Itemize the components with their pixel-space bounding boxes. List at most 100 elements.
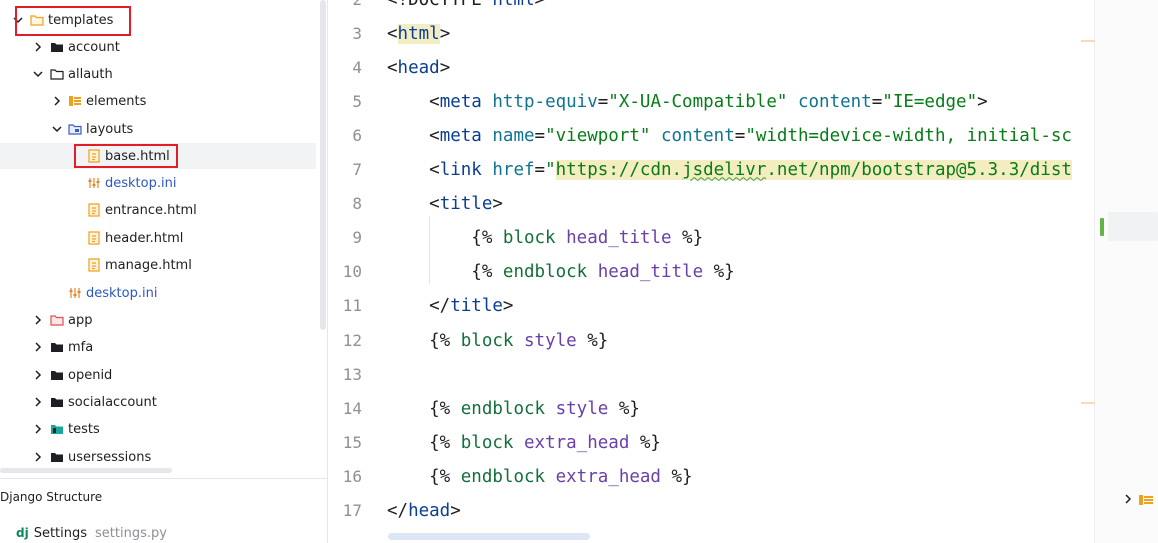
tree-item-allauth[interactable]: allauth [0, 61, 316, 87]
code-token: < [387, 194, 440, 215]
code-line[interactable]: 5 <meta http-equiv="X-UA-Compatible" con… [329, 85, 1094, 119]
tree-item-entrance-html[interactable]: entrance.html [0, 197, 316, 223]
code-token: endblock [460, 466, 546, 487]
warning-marker[interactable] [1081, 402, 1095, 404]
code-token: html [492, 0, 535, 10]
code-token: > [439, 58, 451, 79]
code-token: jsdelivr [682, 160, 767, 181]
django-settings-item[interactable]: dj Settings settings.py [16, 524, 167, 542]
folder-teal-icon [50, 422, 64, 436]
tree-vertical-scrollbar[interactable] [320, 0, 326, 330]
line-code: <head> [387, 51, 450, 85]
code-token: > [492, 194, 503, 215]
chevron-right-icon[interactable] [32, 423, 44, 435]
code-token: " [545, 160, 556, 181]
code-token: %} [671, 228, 704, 249]
code-token: = [871, 92, 883, 113]
code-token: endblock [460, 398, 546, 419]
code-line[interactable]: 10 {% endblock head_title %} [329, 255, 1094, 289]
chevron-right-icon[interactable] [32, 369, 44, 381]
code-token: extra_head [524, 432, 630, 453]
line-number: 16 [342, 466, 362, 486]
change-marker[interactable] [1100, 218, 1104, 236]
tree-item-header-html[interactable]: header.html [0, 225, 316, 251]
html-file-icon [87, 203, 101, 217]
chevron-right-icon[interactable] [32, 451, 44, 463]
line-number: 8 [352, 194, 362, 214]
line-number: 10 [342, 262, 362, 282]
editor-horizontal-scrollbar[interactable] [388, 533, 590, 540]
code-token: %} [660, 466, 693, 487]
tree-item-app[interactable]: app [0, 307, 316, 333]
code-line[interactable]: 14 {% endblock style %} [329, 392, 1094, 426]
code-line[interactable]: 2 <!DOCTYPE html> [329, 0, 1094, 17]
tree-item-usersessions[interactable]: usersessions [0, 444, 316, 470]
code-line[interactable]: 17 </head> [329, 494, 1094, 528]
tree-horizontal-scrollbar[interactable] [0, 468, 172, 473]
tree-item-openid[interactable]: openid [0, 362, 316, 388]
code-token: href [492, 160, 535, 181]
tree-item-socialaccount[interactable]: socialaccount [0, 389, 316, 415]
tree-item-elements[interactable]: elements [0, 88, 316, 114]
chevron-right-icon[interactable] [32, 341, 44, 353]
code-token: content [661, 126, 735, 147]
folder-red-icon [50, 313, 64, 327]
code-line[interactable]: 4 <head> [329, 51, 1094, 85]
chevron-down-icon[interactable] [51, 123, 63, 135]
minimap-viewport[interactable] [1108, 212, 1158, 241]
folder-dark-icon [50, 395, 64, 409]
code-line[interactable]: 12 {% block style %} [329, 324, 1094, 358]
code-line[interactable]: 15 {% block extra_head %} [329, 426, 1094, 460]
tree-item-tests[interactable]: tests [0, 416, 316, 442]
tree-item-label: desktop.ini [105, 175, 177, 191]
code-token: < [387, 92, 440, 113]
tree-item-layouts[interactable]: layouts [0, 116, 316, 142]
code-token: > [977, 92, 988, 113]
ini-file-icon [87, 176, 101, 190]
tree-item-account[interactable]: account [0, 34, 316, 60]
warning-marker[interactable] [1081, 40, 1095, 42]
chevron-right-icon[interactable] [1122, 493, 1134, 505]
code-token: title [450, 296, 503, 317]
tree-item-desktop-ini[interactable]: desktop.ini [0, 170, 316, 196]
code-line[interactable]: 9 {% block head_title %} [329, 221, 1094, 255]
code-line[interactable]: 8 <title> [329, 187, 1094, 221]
code-token: endblock [502, 262, 588, 283]
chevron-right-icon[interactable] [32, 314, 44, 326]
tree-item-mfa[interactable]: mfa [0, 334, 316, 360]
code-token: < [387, 160, 440, 181]
line-code: {% block head_title %} [387, 221, 703, 255]
code-token: </ [387, 296, 451, 317]
code-token: {% [387, 262, 503, 283]
code-editor[interactable]: 2<!DOCTYPE html>3<html> 4 <head>5 <meta ht… [329, 0, 1094, 543]
chevron-down-icon[interactable] [32, 68, 44, 80]
code-token: %} [703, 262, 735, 283]
tree-item-manage-html[interactable]: manage.html [0, 252, 316, 278]
code-line[interactable]: 13 [329, 358, 1094, 392]
line-code: </head> [387, 494, 461, 528]
code-token: title [439, 194, 493, 215]
settings-file-label: settings.py [95, 525, 167, 541]
code-line[interactable]: 6 <meta name="viewport" content="width=d… [329, 119, 1094, 153]
code-line[interactable]: 11 </title> [329, 289, 1094, 323]
code-line[interactable]: 3 <html> [329, 17, 1094, 51]
chevron-right-icon[interactable] [32, 396, 44, 408]
code-line[interactable]: 7 <link href="https://cdn.jsdelivr.net/n… [329, 153, 1094, 187]
code-token: > [534, 0, 546, 10]
code-line[interactable]: 16 {% endblock extra_head %} [329, 460, 1094, 494]
tree-item-desktop-ini[interactable]: desktop.ini [0, 280, 316, 306]
chevron-right-icon[interactable] [51, 95, 63, 107]
tree-item-label: elements [86, 93, 147, 109]
tree-item-label: desktop.ini [86, 285, 158, 301]
minimap[interactable] [1095, 0, 1158, 543]
tree-item-label: manage.html [105, 257, 192, 273]
folder-dark-icon [50, 368, 64, 382]
line-number: 4 [352, 58, 362, 78]
code-token: %} [576, 330, 609, 351]
code-token: = [734, 126, 746, 147]
chevron-right-icon[interactable] [32, 41, 44, 53]
